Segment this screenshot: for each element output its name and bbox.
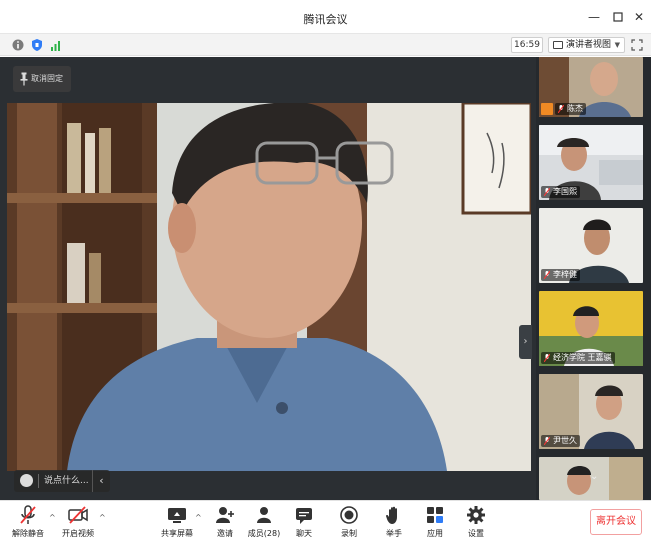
mic-muted-icon <box>20 505 36 524</box>
audio-options-caret[interactable]: ^ <box>49 513 56 522</box>
share-screen-label: 共享屏幕 <box>161 529 193 538</box>
emoji-icon[interactable] <box>20 474 33 487</box>
mic-muted-icon <box>558 105 564 113</box>
host-badge-icon <box>541 103 553 115</box>
main-stage: 取消固定 说点什么... ‹ › <box>0 57 536 500</box>
start-video-button[interactable]: 开启视频 <box>60 505 96 545</box>
chevron-down-icon: ▼ <box>614 41 620 49</box>
info-bar: 16:59 演讲者视图 ▼ <box>0 34 651 56</box>
raise-hand-button[interactable]: 举手 <box>376 505 412 545</box>
unpin-button[interactable]: 取消固定 <box>13 66 71 92</box>
record-icon <box>340 506 358 524</box>
settings-button[interactable]: 设置 <box>458 505 494 545</box>
signal-icon[interactable] <box>50 38 62 52</box>
chevron-left-icon[interactable]: ‹ <box>92 470 110 492</box>
bottom-toolbar: 解除静音 ^ 开启视频 ^ 共享屏幕 ^ 邀请 成员(28) 聊天 录制 举手 … <box>0 500 651 548</box>
leave-meeting-button[interactable]: 离开会议 <box>590 509 642 535</box>
minimize-button[interactable]: — <box>587 10 601 24</box>
record-button[interactable]: 录制 <box>331 505 367 545</box>
apps-button[interactable]: 应用 <box>417 505 453 545</box>
mic-muted-icon <box>544 188 550 196</box>
share-screen-icon <box>168 508 186 523</box>
layout-icon <box>553 41 563 49</box>
settings-label: 设置 <box>468 529 484 538</box>
mic-muted-icon <box>544 271 550 279</box>
info-icon[interactable] <box>12 38 24 52</box>
participant-tile[interactable]: 经济学院 王嘉骐 <box>539 291 643 366</box>
close-button[interactable]: ✕ <box>632 10 646 24</box>
shield-icon[interactable] <box>31 38 43 52</box>
maximize-button[interactable] <box>611 10 625 24</box>
participant-tile[interactable]: 尹世久 <box>539 374 643 449</box>
invite-button[interactable]: 邀请 <box>207 505 243 545</box>
participant-tile[interactable]: 陈杰 <box>539 57 643 117</box>
chevron-down-icon[interactable]: ⌄ <box>590 471 598 482</box>
unpin-label: 取消固定 <box>31 74 63 83</box>
mic-muted-icon <box>544 437 550 445</box>
participant-tile[interactable]: 李国熙 <box>539 125 643 200</box>
chat-button[interactable]: 聊天 <box>286 505 322 545</box>
unmute-label: 解除静音 <box>12 529 44 538</box>
mic-muted-icon <box>544 354 550 362</box>
raise-hand-icon <box>385 506 397 524</box>
chat-placeholder: 说点什么... <box>44 476 89 486</box>
meeting-clock: 16:59 <box>511 37 543 53</box>
maximize-icon <box>613 12 623 22</box>
view-mode-label: 演讲者视图 <box>566 40 612 50</box>
participant-name: 李国熙 <box>541 186 580 198</box>
members-icon <box>257 507 271 523</box>
share-options-caret[interactable]: ^ <box>195 513 202 522</box>
participant-panel: 陈杰 李国熙 李梓健 经济学院 王嘉骐 尹世久 ⌄ <box>536 57 651 500</box>
participant-name: 经济学院 王嘉骐 <box>541 352 615 364</box>
speaker-video <box>7 103 531 471</box>
members-button[interactable]: 成员(28) <box>246 505 282 545</box>
participant-tile[interactable]: 李梓健 <box>539 208 643 283</box>
camera-off-icon <box>68 506 88 524</box>
view-mode-select[interactable]: 演讲者视图 ▼ <box>548 37 625 53</box>
participant-name: 李梓健 <box>541 269 580 281</box>
title-bar: 腾讯会议 — ✕ <box>0 0 651 34</box>
participant-name: 尹世久 <box>541 435 580 447</box>
unmute-button[interactable]: 解除静音 <box>10 505 46 545</box>
pin-icon <box>20 72 28 86</box>
start-video-label: 开启视频 <box>62 529 94 538</box>
gear-icon <box>467 506 485 524</box>
speaker-video-image <box>7 103 531 471</box>
window-title: 腾讯会议 <box>303 13 348 26</box>
chat-input[interactable]: 说点什么... ‹ <box>14 470 110 492</box>
sidebar-toggle-button[interactable]: › <box>519 325 532 359</box>
video-options-caret[interactable]: ^ <box>99 513 106 522</box>
fullscreen-icon[interactable] <box>631 39 643 51</box>
invite-icon <box>216 507 234 523</box>
participant-name: 陈杰 <box>555 103 586 115</box>
chat-divider <box>38 474 39 488</box>
chat-icon <box>296 508 312 524</box>
share-screen-button[interactable]: 共享屏幕 <box>159 505 195 545</box>
apps-icon <box>427 507 443 523</box>
